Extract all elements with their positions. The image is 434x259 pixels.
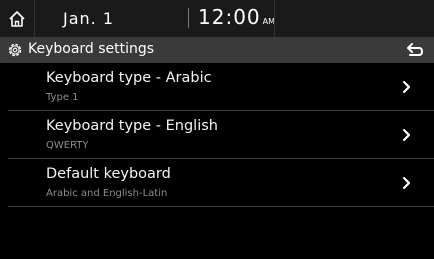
home-icon	[9, 10, 25, 27]
page-header: Keyboard settings	[0, 37, 434, 63]
item-title: Keyboard type - English	[46, 118, 218, 134]
status-clock: 12:00 AM	[198, 5, 275, 29]
status-separator	[274, 0, 275, 37]
back-button[interactable]	[396, 37, 434, 63]
list-item-keyboard-type-english[interactable]: Keyboard type - English QWERTY	[8, 113, 434, 159]
list-item-default-keyboard[interactable]: Default keyboard Arabic and English-Lati…	[8, 161, 434, 207]
chevron-right-icon	[402, 176, 411, 190]
gear-icon	[8, 43, 22, 57]
chevron-right-icon	[402, 128, 411, 142]
status-time: 12:00	[198, 5, 261, 29]
item-title: Default keyboard	[46, 166, 171, 182]
list-item-keyboard-type-arabic[interactable]: Keyboard type - Arabic Type 1	[8, 65, 434, 111]
back-arrow-icon	[407, 43, 424, 56]
item-subtitle: Arabic and English-Latin	[46, 188, 168, 199]
status-date: Jan. 1	[63, 9, 115, 28]
item-subtitle: QWERTY	[46, 140, 89, 151]
home-button[interactable]	[0, 0, 35, 37]
page-title: Keyboard settings	[28, 41, 155, 57]
item-subtitle: Type 1	[46, 92, 79, 103]
chevron-right-icon	[402, 80, 411, 94]
item-title: Keyboard type - Arabic	[46, 70, 212, 86]
status-bar: Jan. 1 12:00 AM	[0, 0, 434, 37]
status-divider	[188, 8, 189, 28]
